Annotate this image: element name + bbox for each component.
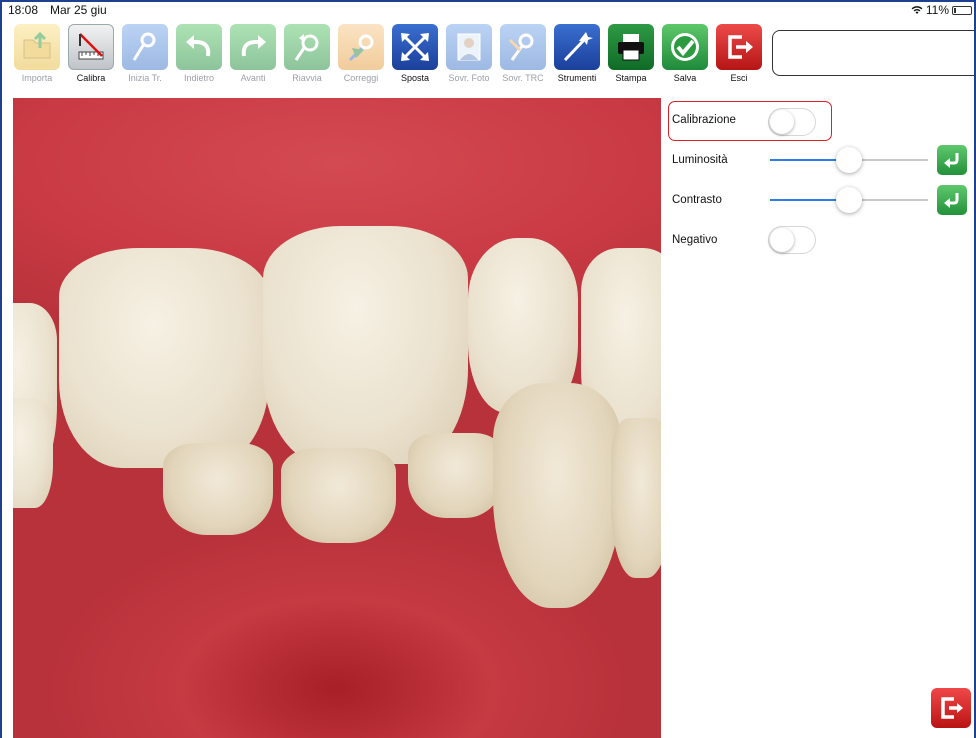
toolbar-button-label: Inizia Tr.	[128, 73, 162, 83]
contrast-reset-button[interactable]	[937, 185, 967, 215]
calibrate-ruler-icon	[68, 24, 114, 70]
toolbar-button-label: Correggi	[343, 73, 379, 83]
toolbar-button-label: Importa	[21, 73, 53, 83]
brightness-slider[interactable]	[770, 146, 928, 174]
contrast-slider-thumb[interactable]	[836, 187, 862, 213]
overlay-photo-icon	[446, 24, 492, 70]
toolbar-button-sposta[interactable]: Sposta	[388, 24, 442, 94]
contrast-slider[interactable]	[770, 186, 928, 214]
contrast-label: Contrasto	[672, 194, 722, 206]
exit-button[interactable]	[931, 688, 971, 728]
exit-icon	[941, 697, 963, 719]
redo-icon	[230, 24, 276, 70]
toolbar-button-label: Indietro	[183, 73, 215, 83]
wifi-icon	[911, 6, 923, 14]
toolbar: Importa Calibra Inizia Tr. Indietro Avanti Ri…	[10, 24, 766, 96]
toolbar-button-label: Esci	[730, 73, 748, 83]
brightness-slider-thumb[interactable]	[836, 147, 862, 173]
toolbar-button-importa[interactable]: Importa	[10, 24, 64, 94]
reset-arrow-icon	[944, 193, 959, 208]
save-check-icon	[662, 24, 708, 70]
status-time: 18:08	[8, 3, 39, 17]
exit-icon	[716, 24, 762, 70]
reset-arrow-icon	[944, 153, 959, 168]
toolbar-button-label: Strumenti	[557, 73, 597, 83]
toolbar-button-label: Calibra	[76, 73, 106, 83]
negative-label: Negativo	[672, 234, 718, 246]
overlay-trace-icon	[500, 24, 546, 70]
status-date: Mar 25 giu	[50, 3, 107, 17]
toolbar-button-avanti[interactable]: Avanti	[226, 24, 280, 94]
correct-icon	[338, 24, 384, 70]
toolbar-button-stampa[interactable]: Stampa	[604, 24, 658, 94]
toolbar-button-indietro[interactable]: Indietro	[172, 24, 226, 94]
restart-icon	[284, 24, 330, 70]
calibration-label: Calibrazione	[672, 114, 736, 126]
app-window: 18:08 Mar 25 giu 11% Importa Calibra Inizi…	[0, 0, 976, 738]
toolbar-button-label: Salva	[673, 73, 697, 83]
toolbar-button-salva[interactable]: Salva	[658, 24, 712, 94]
toolbar-button-riavvia[interactable]: Riavvia	[280, 24, 334, 94]
calibration-toggle[interactable]	[768, 108, 816, 136]
toolbar-button-inizia-tr[interactable]: Inizia Tr.	[118, 24, 172, 94]
toolbar-button-strumenti[interactable]: Strumenti	[550, 24, 604, 94]
toolbar-button-esci[interactable]: Esci	[712, 24, 766, 94]
toolbar-button-label: Avanti	[240, 73, 266, 83]
toolbar-button-label: Stampa	[615, 73, 647, 83]
toolbar-button-sovr-trc[interactable]: Sovr. TRC	[496, 24, 550, 94]
toolbar-button-correggi[interactable]: Correggi	[334, 24, 388, 94]
undo-icon	[176, 24, 222, 70]
import-folder-icon	[14, 24, 60, 70]
move-arrows-icon	[392, 24, 438, 70]
start-trace-icon	[122, 24, 168, 70]
brightness-label: Luminosità	[672, 154, 728, 166]
toolbar-button-calibra[interactable]: Calibra	[64, 24, 118, 94]
toolbar-button-label: Sovr. TRC	[502, 73, 544, 83]
toolbar-button-sovr-foto[interactable]: Sovr. Foto	[442, 24, 496, 94]
dental-photo[interactable]	[13, 98, 661, 738]
top-text-field[interactable]	[772, 30, 974, 76]
toolbar-button-label: Sposta	[400, 73, 430, 83]
toolbar-button-label: Sovr. Foto	[448, 73, 490, 83]
tools-wand-icon	[554, 24, 600, 70]
brightness-reset-button[interactable]	[937, 145, 967, 175]
adjustments-panel: Calibrazione Luminosità Contrasto Negati…	[662, 98, 974, 738]
status-indicators: 11%	[911, 3, 972, 17]
battery-percent: 11%	[925, 3, 949, 17]
toolbar-button-label: Riavvia	[292, 73, 322, 83]
negative-toggle[interactable]	[768, 226, 816, 254]
status-bar: 18:08 Mar 25 giu 11%	[2, 2, 974, 18]
battery-icon	[952, 5, 972, 15]
print-icon	[608, 24, 654, 70]
